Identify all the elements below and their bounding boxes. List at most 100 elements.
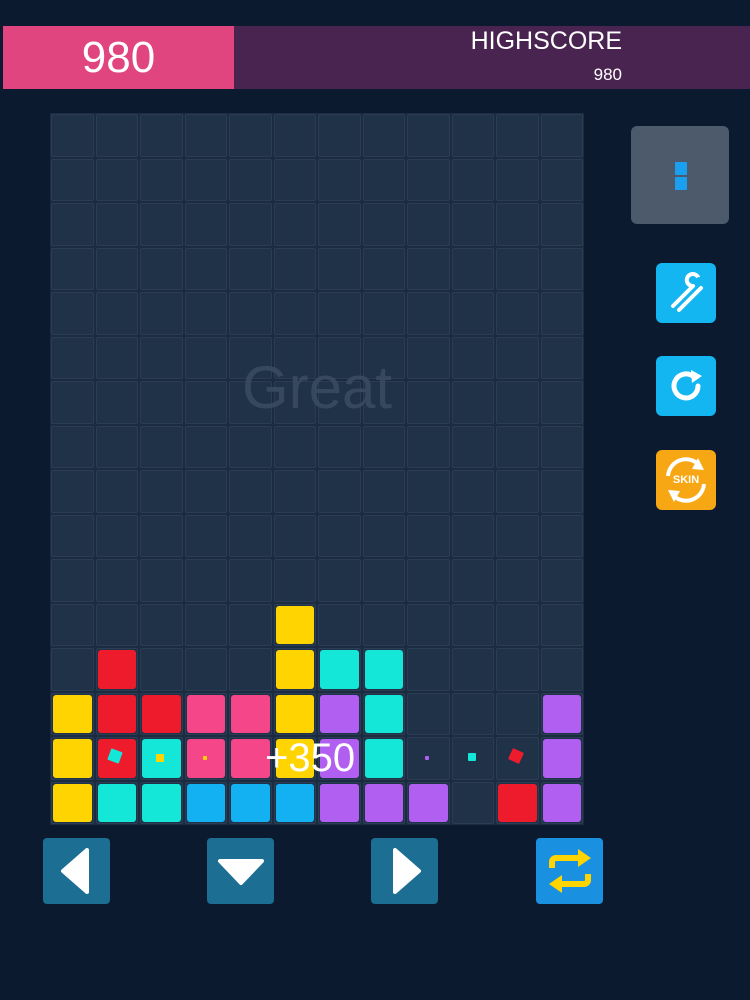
tetris-block [320,783,359,822]
grid-cell [273,559,316,602]
grid-cell [140,114,183,157]
grid-cell [451,692,494,735]
grid-cell [407,559,450,602]
grid-cell [184,425,227,468]
tetris-block [231,783,270,822]
grid-cell [318,247,361,290]
particle [156,754,164,762]
grid-cell [496,648,539,691]
grid-cell [51,114,94,157]
grid-cell [95,158,138,201]
combo-message: Great [241,354,393,421]
grid-cell [540,292,583,335]
arrow-down-icon [217,859,264,885]
grid-cell [51,470,94,513]
move-down-button[interactable] [207,838,274,904]
grid-cell [229,203,272,246]
grid-cell [362,603,405,646]
grid-cell [51,425,94,468]
grid-cell [95,247,138,290]
move-left-button[interactable] [43,838,110,904]
grid-cell [496,470,539,513]
restart-button[interactable] [656,356,716,416]
grid-cell [95,114,138,157]
tetris-block [53,694,92,733]
grid-cell [51,514,94,557]
grid-cell [407,114,450,157]
grid-cell [273,292,316,335]
rotate-arrows-icon [548,849,591,893]
grid-cell [407,425,450,468]
grid-cell [95,603,138,646]
tetris-block [275,783,314,822]
grid-cell [407,247,450,290]
grid-cell [229,514,272,557]
grid-cell [140,292,183,335]
wrench-screwdriver-icon [671,272,703,312]
grid-cell [184,603,227,646]
restart-icon [671,370,702,401]
grid-cell [362,425,405,468]
grid-cell [184,470,227,513]
grid-cell [51,247,94,290]
rotate-button[interactable] [536,838,603,904]
score-bar: 980 HIGHSCORE 980 [3,26,750,89]
tetris-block [231,694,270,733]
grid-cell [95,470,138,513]
tetris-block [186,694,225,733]
tetris-block [275,694,314,733]
grid-cell [451,203,494,246]
tetris-block [275,650,314,689]
tetris-block [142,783,181,822]
grid-cell [496,247,539,290]
tetris-block [231,739,270,778]
move-right-button[interactable] [371,838,438,904]
grid-cell [496,203,539,246]
grid-cell [318,470,361,513]
grid-cell [451,158,494,201]
grid-cell [540,158,583,201]
tetris-block [364,650,403,689]
grid-cell [273,247,316,290]
grid-cell [540,114,583,157]
grid-cell [51,603,94,646]
grid-cell [273,114,316,157]
tetris-block [364,739,403,778]
grid-cell [407,292,450,335]
grid-cell [407,692,450,735]
grid-cell [451,470,494,513]
grid-cell [140,559,183,602]
settings-button[interactable] [656,263,716,323]
tetris-block [97,694,136,733]
grid-cell [95,425,138,468]
grid-cell [140,514,183,557]
next-piece-preview [631,126,729,224]
grid-cell [407,470,450,513]
tetris-block [142,694,181,733]
grid-cell [51,559,94,602]
grid-cell [51,648,94,691]
grid-cell [95,514,138,557]
skin-button[interactable]: SKIN [656,450,716,510]
arrow-left-icon [60,848,89,894]
grid-cell [496,158,539,201]
tetris-block [275,605,314,644]
grid-cell [496,692,539,735]
grid-cell [229,292,272,335]
grid-cell [496,425,539,468]
grid-cell [451,603,494,646]
grid-cell [496,559,539,602]
grid-cell [451,247,494,290]
grid-cell [318,514,361,557]
particle [551,745,572,766]
grid-cell [140,247,183,290]
particle [425,756,429,760]
grid-cell [451,425,494,468]
grid-cell [229,247,272,290]
grid-cell [184,648,227,691]
grid-cell [540,247,583,290]
grid-cell [407,203,450,246]
grid-cell [229,648,272,691]
grid-cell [540,203,583,246]
grid-cell [362,114,405,157]
